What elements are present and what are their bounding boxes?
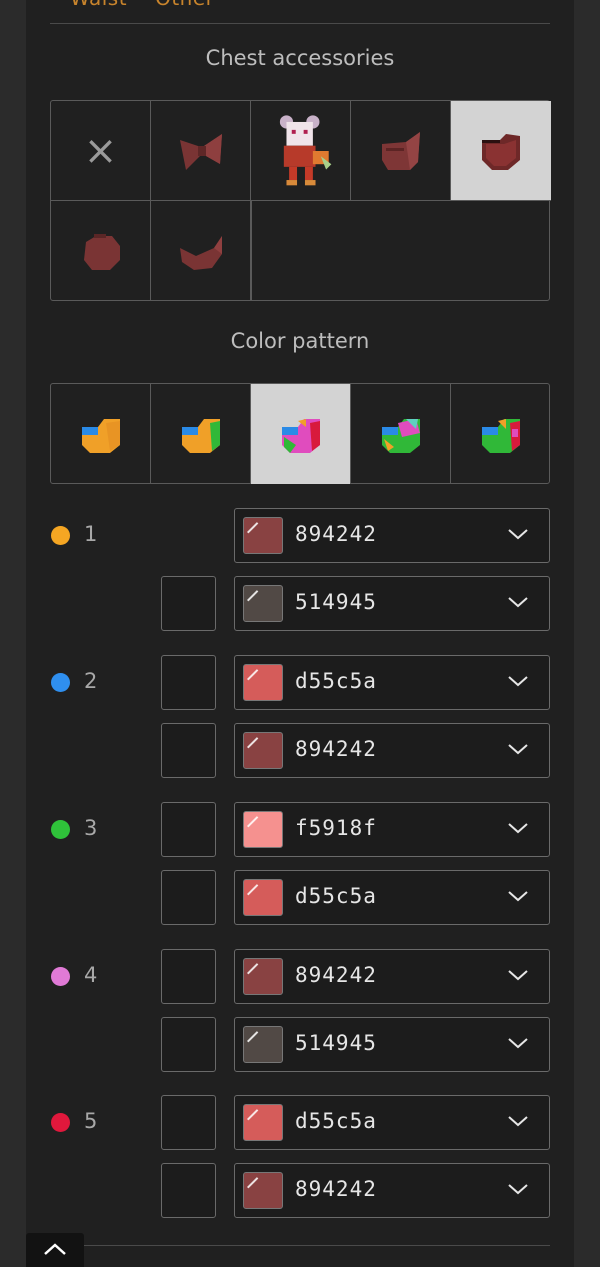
color-swatch xyxy=(243,1026,283,1063)
pattern-1-icon xyxy=(81,419,120,453)
chevron-down-icon xyxy=(508,891,528,902)
chest-option-heart-bag[interactable] xyxy=(351,101,451,201)
color-hex-value: d55c5a xyxy=(295,884,377,908)
color-hex-value: 514945 xyxy=(295,590,377,614)
color-pattern-title: Color pattern xyxy=(230,329,370,353)
pattern-2-icon xyxy=(181,419,220,453)
color-hex-value: 894242 xyxy=(295,522,377,546)
tilted-heart-accessory-icon xyxy=(179,236,222,270)
chevron-down-icon xyxy=(508,597,528,608)
top-tabs: Waist Other xyxy=(70,0,242,10)
primary-color-select[interactable]: 894242 xyxy=(234,949,550,1004)
pattern-4-icon xyxy=(381,419,420,453)
none-icon: × xyxy=(83,127,118,174)
color-slot-dot xyxy=(51,526,70,545)
accessory-panel: Waist Other Chest accessories × xyxy=(26,0,574,1267)
color-slot-number: 3 xyxy=(84,816,98,840)
chevron-down-icon xyxy=(508,823,528,834)
secondary-color-select[interactable]: 894242 xyxy=(234,1163,550,1218)
primary-link-toggle[interactable] xyxy=(161,802,216,857)
primary-color-select[interactable]: 894242 xyxy=(234,508,550,563)
color-slot-dot xyxy=(51,967,70,986)
color-hex-value: 514945 xyxy=(295,1031,377,1055)
chevron-down-icon xyxy=(508,676,528,687)
divider xyxy=(50,23,550,24)
chest-accessories-title: Chest accessories xyxy=(205,46,395,70)
round-accessory-icon xyxy=(83,234,120,270)
chevron-down-icon xyxy=(508,1184,528,1195)
chevron-down-icon xyxy=(508,744,528,755)
secondary-color-select[interactable]: 894242 xyxy=(234,723,550,778)
secondary-link-toggle[interactable] xyxy=(161,723,216,778)
primary-link-toggle[interactable] xyxy=(161,1095,216,1150)
heart-pouch-accessory-icon xyxy=(482,133,520,170)
chevron-down-icon xyxy=(508,529,528,540)
secondary-color-select[interactable]: 514945 xyxy=(234,1017,550,1072)
pattern-option-4[interactable] xyxy=(351,384,451,484)
color-swatch xyxy=(243,664,283,701)
chest-option-heart-pouch[interactable] xyxy=(451,101,551,201)
chest-option-bow[interactable] xyxy=(151,101,251,201)
pattern-3-icon xyxy=(281,419,320,453)
pattern-5-icon xyxy=(482,419,520,453)
character-preview-icon xyxy=(279,114,331,185)
chest-option-round[interactable] xyxy=(51,201,151,301)
chest-accessory-grid: × xyxy=(50,100,551,301)
secondary-color-select[interactable]: 514945 xyxy=(234,576,550,631)
secondary-color-select[interactable]: d55c5a xyxy=(234,870,550,925)
heart-bag-accessory-icon xyxy=(381,131,420,170)
color-swatch xyxy=(243,1172,283,1209)
secondary-link-toggle[interactable] xyxy=(161,576,216,631)
color-hex-value: 894242 xyxy=(295,1177,377,1201)
color-hex-value: d55c5a xyxy=(295,1109,377,1133)
color-swatch xyxy=(243,732,283,769)
chest-option-none[interactable]: × xyxy=(51,101,151,201)
color-slot-dot xyxy=(51,1113,70,1132)
color-swatch xyxy=(243,585,283,622)
tab-other[interactable]: Other xyxy=(155,0,214,10)
pattern-option-2[interactable] xyxy=(151,384,251,484)
secondary-link-toggle[interactable] xyxy=(161,1163,216,1218)
pattern-option-1[interactable] xyxy=(51,384,151,484)
secondary-link-toggle[interactable] xyxy=(161,870,216,925)
tab-waist[interactable]: Waist xyxy=(70,0,127,10)
bow-accessory-icon xyxy=(179,133,222,170)
color-hex-value: d55c5a xyxy=(295,669,377,693)
pattern-option-5[interactable] xyxy=(451,384,551,484)
secondary-link-toggle[interactable] xyxy=(161,1017,216,1072)
color-swatch xyxy=(243,517,283,554)
pattern-option-3[interactable] xyxy=(251,384,351,484)
color-hex-value: 894242 xyxy=(295,737,377,761)
color-swatch xyxy=(243,811,283,848)
color-pattern-grid xyxy=(50,383,550,484)
color-slot-number: 5 xyxy=(84,1109,98,1133)
color-slot-number: 2 xyxy=(84,669,98,693)
color-slot-dot xyxy=(51,820,70,839)
color-hex-value: 894242 xyxy=(295,963,377,987)
color-swatch xyxy=(243,958,283,995)
primary-color-select[interactable]: f5918f xyxy=(234,802,550,857)
color-swatch xyxy=(243,1104,283,1141)
primary-color-select[interactable]: d55c5a xyxy=(234,655,550,710)
chevron-up-icon xyxy=(44,1243,66,1255)
primary-color-select[interactable]: d55c5a xyxy=(234,1095,550,1150)
primary-link-toggle[interactable] xyxy=(161,949,216,1004)
chevron-down-icon xyxy=(508,1116,528,1127)
color-slot-number: 4 xyxy=(84,963,98,987)
divider xyxy=(50,1245,550,1246)
primary-link-toggle[interactable] xyxy=(161,655,216,710)
chevron-down-icon xyxy=(508,970,528,981)
color-swatch xyxy=(243,879,283,916)
grid-line xyxy=(251,201,252,301)
color-hex-value: f5918f xyxy=(295,816,377,840)
color-slot-dot xyxy=(51,673,70,692)
scroll-up-button[interactable] xyxy=(26,1233,84,1267)
chest-option-character[interactable] xyxy=(251,101,351,201)
color-slot-number: 1 xyxy=(84,522,98,546)
chest-option-tilted-heart[interactable] xyxy=(151,201,251,301)
chevron-down-icon xyxy=(508,1038,528,1049)
